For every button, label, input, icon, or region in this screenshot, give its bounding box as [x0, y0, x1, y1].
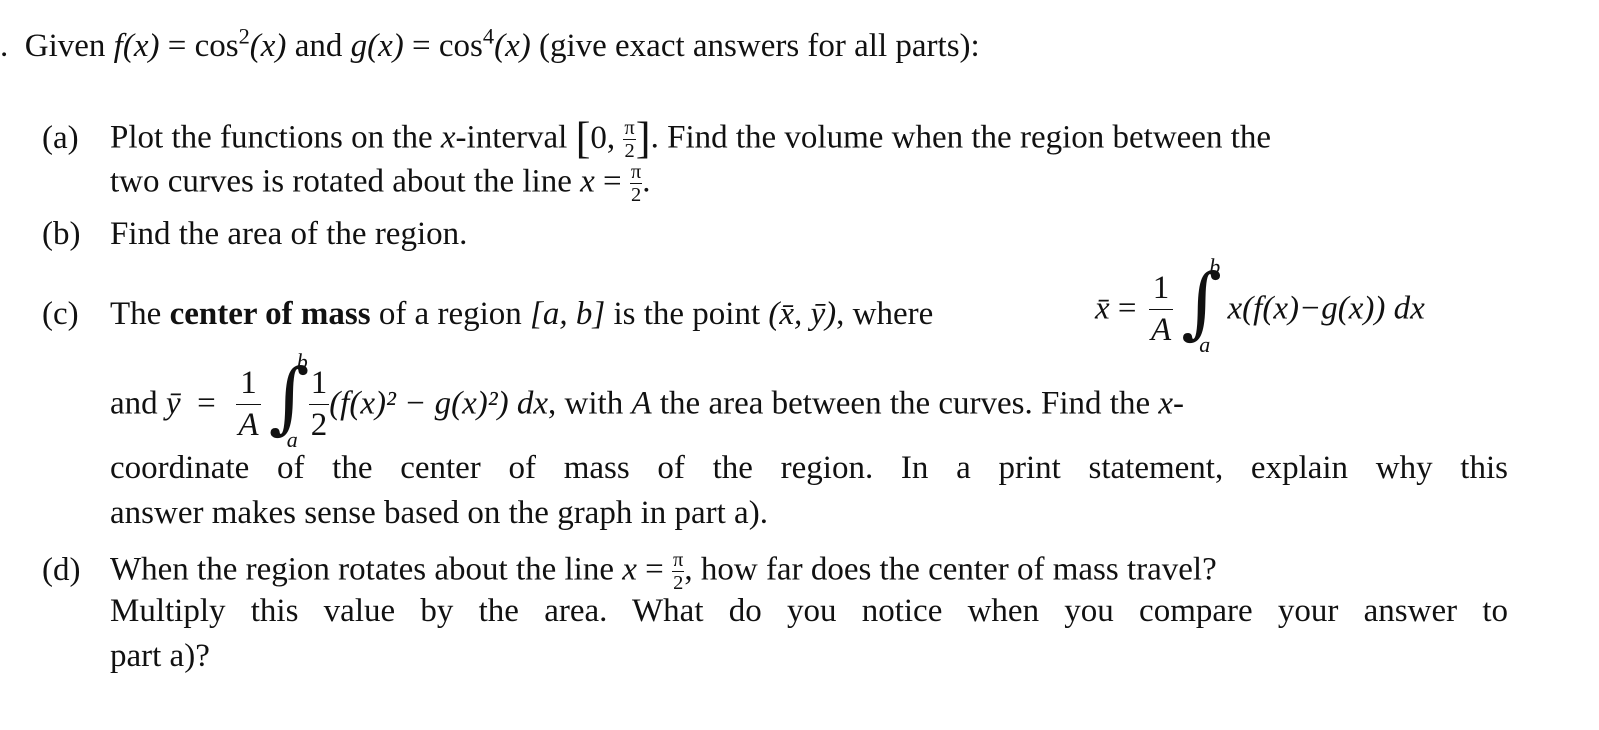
part-a-text: . Find the volume when the region betwee…	[650, 119, 1272, 156]
center-of-mass-term: center of mass	[169, 296, 371, 332]
integral-sign: ∫ b a	[1181, 254, 1222, 357]
intro-tail: (give exact answers for all parts):	[538, 28, 980, 64]
equals-sign: =	[1117, 290, 1137, 327]
one-half: 12	[308, 364, 330, 443]
interval: [0, π 2]	[575, 112, 651, 163]
part-d-line3: part a)?	[110, 640, 210, 673]
part-c-text: the area between the curves. Find the	[651, 385, 1159, 422]
part-d-text: Multiply this value by the area. What do…	[110, 593, 1508, 629]
part-a: (a) Plot the functions on the x-interval …	[42, 115, 1271, 162]
f-definition: f(x)	[113, 28, 160, 64]
region-interval: [a, b]	[530, 296, 606, 332]
period: .	[642, 163, 651, 200]
hyphen: -	[1173, 385, 1185, 422]
part-b-text: Find the area of the region.	[110, 216, 468, 252]
variable-x: x	[622, 551, 637, 588]
part-c-line3: coordinate of the center of mass of the …	[110, 452, 1508, 485]
part-c-text: coordinate of the center of mass of the …	[110, 450, 1508, 486]
part-c-text: answer makes sense based on the graph in…	[110, 495, 768, 531]
g-definition: g(x)	[350, 28, 404, 64]
f-expression: cos2(x)	[194, 23, 287, 64]
part-d-label: (d)	[42, 551, 81, 588]
equals-sign: =	[197, 385, 216, 422]
intro-and: and	[294, 28, 343, 64]
part-c-text: and	[110, 385, 166, 422]
equals-sign: =	[645, 551, 664, 588]
xbar-symbol: x̄	[1095, 290, 1110, 327]
centroid-point: (x̄, ȳ)	[768, 296, 837, 332]
variable-x: x	[440, 119, 456, 156]
part-a-label: (a)	[42, 119, 79, 156]
part-c-text: is the point	[605, 296, 769, 332]
xbar-formula: x̄ = 1 A ∫ b a x(f(x)−g(x)) dx	[1095, 254, 1425, 357]
problem-statement: . Given f(x) = cos2(x) and g(x) = cos4(x…	[0, 23, 980, 64]
pi-over-two: π2	[672, 549, 685, 595]
part-d: (d) When the region rotates about the lin…	[42, 550, 1217, 594]
integral-sign: ∫ b a	[268, 349, 310, 452]
part-a-line2: two curves is rotated about the line x =…	[110, 162, 650, 206]
part-c-text: , where	[836, 296, 934, 332]
part-a-text: -interval	[455, 119, 576, 156]
part-d-text: When the region rotates about the line	[110, 551, 623, 588]
g-expression: cos4(x)	[438, 23, 531, 64]
xbar-integrand: x(f(x)−g(x)) dx	[1227, 290, 1425, 327]
variable-x: x	[1158, 385, 1174, 422]
part-d-text: part a)?	[110, 638, 210, 674]
part-a-text: two curves is rotated about the line	[110, 163, 581, 200]
part-b-label: (b)	[42, 216, 81, 252]
one-over-A: 1A	[1148, 271, 1174, 347]
part-a-text: Plot the functions on the	[110, 119, 441, 156]
variable-x: x	[580, 163, 595, 200]
ybar-integrand: (f(x)² − g(x)²) dx	[329, 385, 549, 422]
equals-sign: =	[167, 28, 187, 64]
part-b: (b) Find the area of the region.	[42, 218, 467, 251]
part-c-text: , with	[548, 385, 632, 422]
part-c-text: The	[110, 296, 170, 332]
area-symbol: A	[631, 385, 652, 422]
part-c-label: (c)	[42, 296, 79, 332]
problem-number-marker: .	[0, 28, 9, 64]
ybar-formula: and ȳ = 1 A ∫ b a 1 2 (f(x)² − g(x)²) dx, with …	[110, 349, 1185, 452]
part-c-line4: answer makes sense based on the graph in…	[110, 497, 768, 530]
intro-given: Given	[24, 28, 106, 64]
part-c-text: of a region	[370, 296, 531, 332]
one-over-A: 1A	[236, 366, 261, 442]
pi-over-two: π2	[623, 117, 636, 163]
part-d-text: , how far does the center of mass travel…	[684, 551, 1217, 588]
pi-over-two: π2	[629, 161, 643, 207]
equals-sign: =	[411, 28, 431, 64]
ybar-symbol: ȳ	[165, 385, 181, 422]
equals-sign: =	[603, 163, 622, 200]
part-d-line2: Multiply this value by the area. What do…	[110, 595, 1508, 628]
part-c: (c) The center of mass of a region [a, b]…	[42, 298, 933, 331]
